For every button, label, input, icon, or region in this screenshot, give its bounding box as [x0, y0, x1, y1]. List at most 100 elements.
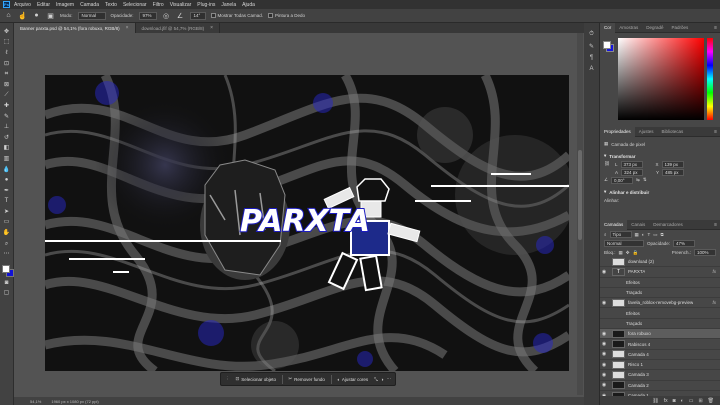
visibility-eye-icon[interactable]: ◉: [600, 351, 608, 357]
tab-canais[interactable]: Canais: [627, 220, 649, 230]
layer-effects-icon[interactable]: fx: [712, 300, 720, 305]
character-panel-icon[interactable]: A: [589, 66, 593, 72]
layer-row[interactable]: ◉ Rabiscos 4: [600, 339, 720, 350]
tab-bibliotecas[interactable]: Bibliotecas: [658, 127, 688, 137]
angle-field[interactable]: 14°: [189, 11, 206, 20]
lock-position-icon[interactable]: ✥: [626, 250, 630, 256]
tab-download[interactable]: download.jfif @ 54,7% (RGB/8) ×: [135, 23, 221, 33]
layer-row[interactable]: download (2): [600, 257, 720, 268]
sample-all-check-icon[interactable]: [210, 13, 216, 18]
app-logo-icon[interactable]: Ps: [3, 1, 10, 8]
hue-slider[interactable]: [707, 38, 713, 120]
opacity-field[interactable]: 97%: [138, 11, 157, 20]
paragraph-panel-icon[interactable]: ¶: [590, 55, 593, 61]
clone-stamp-tool-icon[interactable]: ⊥: [2, 122, 12, 132]
pen-tool-icon[interactable]: ✒: [2, 186, 12, 196]
visibility-eye-icon[interactable]: ◉: [600, 269, 608, 275]
menu-camada[interactable]: Camada: [80, 2, 99, 8]
panel-menu-icon[interactable]: ≡: [714, 25, 720, 31]
foreground-color-swatch[interactable]: [603, 41, 611, 49]
visibility-eye-icon[interactable]: ◉: [600, 331, 608, 337]
crop-tool-icon[interactable]: ⌗: [2, 69, 12, 79]
history-brush-tool-icon[interactable]: ↺: [2, 133, 12, 143]
menu-janela[interactable]: Janela: [221, 2, 236, 8]
filter-shape-icon[interactable]: ▭: [653, 232, 657, 238]
menu-ajuda[interactable]: Ajuda: [242, 2, 255, 8]
lock-pixels-icon[interactable]: ▦: [619, 250, 623, 256]
lock-all-icon[interactable]: 🔒: [633, 250, 639, 256]
visibility-eye-icon[interactable]: ◉: [600, 300, 608, 306]
remove-background-button[interactable]: ✂ Remover fundo: [285, 374, 328, 384]
adjustment-layer-icon[interactable]: ◐: [681, 398, 684, 404]
eraser-tool-icon[interactable]: ◧: [2, 144, 12, 154]
align-section-header[interactable]: ▾ Alinhar e distribuir: [600, 188, 720, 196]
dodge-tool-icon[interactable]: ●: [2, 175, 12, 185]
move-tool-icon[interactable]: ✥: [2, 27, 12, 37]
close-icon[interactable]: ×: [126, 25, 129, 31]
new-layer-icon[interactable]: ⊞: [698, 398, 702, 404]
close-icon[interactable]: ×: [210, 25, 213, 31]
gradient-tool-icon[interactable]: ▥: [2, 154, 12, 164]
home-icon[interactable]: ⌂: [4, 11, 13, 20]
menu-selecionar[interactable]: Selecionar: [123, 2, 147, 8]
menu-imagem[interactable]: Imagem: [56, 2, 74, 8]
mode-select[interactable]: Normal: [77, 11, 106, 20]
eyedropper-tool-icon[interactable]: ⟋: [2, 91, 12, 101]
color-swatches[interactable]: [1, 264, 14, 278]
brush-panel-icon[interactable]: ✎: [589, 43, 594, 50]
layer-row[interactable]: ◉ Camada 3: [600, 370, 720, 381]
smudge-tool-icon[interactable]: ☝: [18, 11, 27, 20]
document-size[interactable]: 1960 px x 1080 px (72 ppi): [51, 399, 98, 404]
width-field[interactable]: 373 px: [620, 160, 643, 168]
brush-tool-icon[interactable]: ✎: [2, 112, 12, 122]
filter-type-icon[interactable]: T: [648, 232, 651, 237]
zoom-tool-icon[interactable]: ⌕: [2, 239, 12, 249]
visibility-eye-icon[interactable]: ◉: [600, 372, 608, 378]
visibility-eye-icon[interactable]: ◉: [600, 362, 608, 368]
tab-propriedades[interactable]: Propriedades: [600, 126, 635, 137]
menu-plugins[interactable]: Plug-ins: [197, 2, 215, 8]
zoom-level[interactable]: 54,1%: [30, 399, 41, 404]
tab-camadas[interactable]: Camadas: [600, 219, 628, 230]
tab-cor[interactable]: Cor: [600, 22, 616, 33]
layer-effect-row[interactable]: Efeitos: [600, 278, 720, 288]
layer-effects-icon[interactable]: fx: [712, 269, 720, 274]
menu-arquivo[interactable]: Arquivo: [14, 2, 31, 8]
menu-filtro[interactable]: Filtro: [153, 2, 164, 8]
layer-style-icon[interactable]: fx: [664, 398, 668, 404]
brush-preset-icon[interactable]: ●: [32, 11, 41, 20]
blend-mode-select[interactable]: Normal: [604, 240, 644, 247]
visibility-eye-icon[interactable]: ◉: [600, 382, 608, 388]
layer-filter-select[interactable]: Tipo: [609, 231, 632, 238]
frame-tool-icon[interactable]: ⊠: [2, 80, 12, 90]
flip-vertical-icon[interactable]: ⇅: [643, 177, 647, 183]
healing-brush-tool-icon[interactable]: ✚: [2, 101, 12, 111]
filter-adjust-icon[interactable]: ◐: [642, 232, 645, 237]
transform-icon[interactable]: ⤡: [374, 377, 378, 382]
layer-effect-row[interactable]: Traçado: [600, 288, 720, 299]
panel-menu-icon[interactable]: ≡: [714, 129, 720, 135]
panel-menu-icon[interactable]: ≡: [714, 222, 720, 228]
document-canvas[interactable]: PARXTA: [45, 75, 569, 371]
y-field[interactable]: 485 px: [662, 168, 685, 176]
sample-all-checkbox[interactable]: Mostrar Todas Camad.: [210, 13, 263, 18]
x-field[interactable]: 139 px: [661, 160, 684, 168]
link-icon[interactable]: ⛓: [604, 161, 612, 167]
select-subject-button[interactable]: ⊡ Selecionar objeto: [233, 374, 280, 384]
type-tool-icon[interactable]: T: [2, 197, 12, 207]
transform-section-header[interactable]: ▾ Transformar: [600, 152, 720, 160]
link-layers-icon[interactable]: ⛓: [652, 398, 658, 404]
angle-icon[interactable]: ∠: [176, 11, 185, 20]
opacity-field[interactable]: 47%: [673, 240, 696, 247]
object-select-tool-icon[interactable]: ⊡: [2, 59, 12, 69]
layer-row[interactable]: ◉ Risco 1: [600, 360, 720, 371]
screen-mode-icon[interactable]: ▢: [2, 289, 12, 299]
visibility-eye-icon[interactable]: ◉: [600, 341, 608, 347]
filter-smart-icon[interactable]: ⧉: [661, 232, 664, 237]
layer-effect-row[interactable]: Efeitos: [600, 308, 720, 319]
filter-pixel-icon[interactable]: ▦: [635, 232, 639, 238]
flip-horizontal-icon[interactable]: ⇋: [636, 177, 640, 183]
adjust-colors-button[interactable]: ◐ Ajustar cores: [334, 374, 371, 384]
angle-field[interactable]: 0,00°: [611, 176, 634, 184]
menu-texto[interactable]: Texto: [105, 2, 117, 8]
